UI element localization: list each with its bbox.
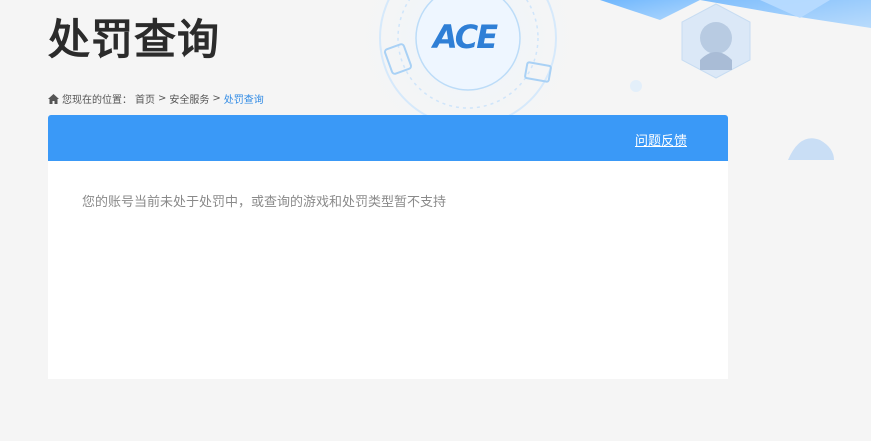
panel-header: 问题反馈	[48, 115, 728, 161]
breadcrumb-item-security-services[interactable]: 安全服务	[169, 91, 209, 106]
breadcrumb-prefix: 您现在的位置：	[62, 95, 132, 106]
breadcrumb-item-home[interactable]: 首页	[135, 91, 155, 106]
page-title: 处罚查询	[48, 15, 221, 64]
home-icon	[48, 93, 59, 104]
ace-emblem: ACE	[433, 18, 498, 56]
feedback-link[interactable]: 问题反馈	[635, 130, 687, 149]
breadcrumb-separator: >	[212, 93, 221, 104]
query-result-notice: 您的账号当前未处于处罚中，或查询的游戏和处罚类型暂不支持	[82, 195, 447, 210]
breadcrumb-item-current: 处罚查询	[223, 95, 264, 106]
panel-body: 您的账号当前未处于处罚中，或查询的游戏和处罚类型暂不支持	[48, 161, 728, 379]
breadcrumb: 您现在的位置： 首页 > 安全服务 > 处罚查询	[48, 91, 264, 106]
breadcrumb-separator: >	[158, 93, 167, 104]
